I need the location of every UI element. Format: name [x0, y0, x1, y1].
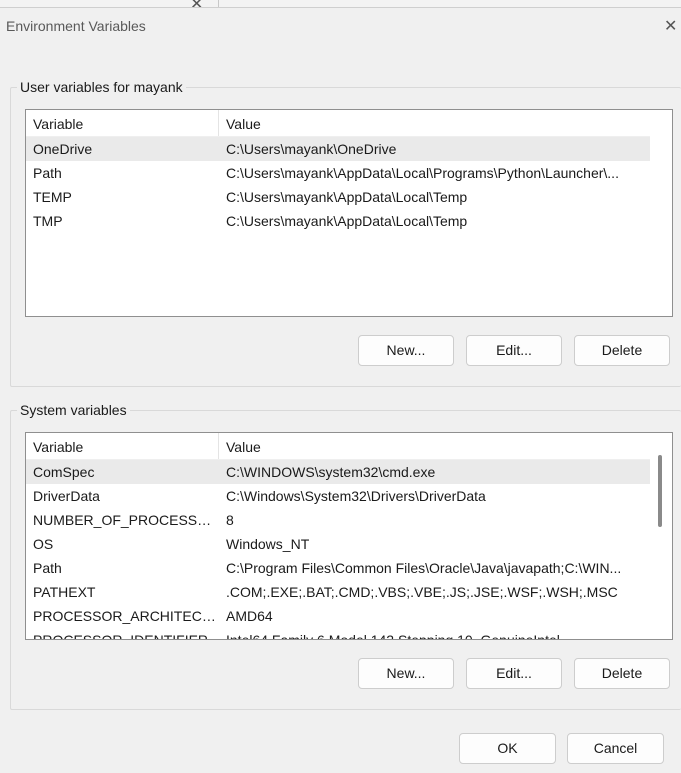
variable-name: OneDrive: [33, 141, 93, 157]
variable-name: PROCESSOR_IDENTIFIER: [33, 632, 209, 640]
table-row[interactable]: Path C:\Program Files\Common Files\Oracl…: [26, 556, 650, 580]
variable-name: TEMP: [33, 189, 72, 205]
variable-value: C:\Program Files\Common Files\Oracle\Jav…: [226, 560, 622, 576]
user-variables-group: User variables for mayank Variable Value…: [10, 79, 681, 387]
vertical-scrollbar[interactable]: [650, 433, 672, 639]
variable-value: C:\Users\mayank\AppData\Local\Temp: [226, 189, 468, 205]
variable-value: C:\Users\mayank\AppData\Local\Temp: [226, 213, 468, 229]
variable-name: Path: [33, 165, 62, 181]
column-header-variable[interactable]: Variable: [26, 433, 219, 459]
user-delete-button[interactable]: Delete: [574, 335, 670, 366]
variable-name: OS: [33, 536, 54, 552]
variable-value: 8: [226, 512, 234, 528]
table-row[interactable]: OneDrive C:\Users\mayank\OneDrive: [26, 137, 650, 161]
variable-value: C:\Users\mayank\OneDrive: [226, 141, 397, 157]
table-row[interactable]: PROCESSOR_ARCHITECTU... AMD64: [26, 604, 650, 628]
table-row[interactable]: TMP C:\Users\mayank\AppData\Local\Temp: [26, 209, 650, 233]
table-row[interactable]: PATHEXT .COM;.EXE;.BAT;.CMD;.VBS;.VBE;.J…: [26, 580, 650, 604]
variable-name: PATHEXT: [33, 584, 96, 600]
variable-value: AMD64: [226, 608, 273, 624]
user-variables-list[interactable]: Variable Value OneDrive C:\Users\mayank\…: [25, 109, 673, 317]
variable-value: Windows_NT: [226, 536, 310, 552]
system-variables-header: Variable Value: [26, 433, 650, 460]
system-variables-legend: System variables: [17, 402, 130, 418]
close-icon[interactable]: ✕: [664, 14, 681, 40]
column-header-value[interactable]: Value: [219, 433, 650, 459]
table-row[interactable]: PROCESSOR_IDENTIFIER Intel64 Family 6 Mo…: [26, 628, 650, 640]
system-delete-button[interactable]: Delete: [574, 658, 670, 689]
table-row[interactable]: OS Windows_NT: [26, 532, 650, 556]
user-edit-button[interactable]: Edit...: [466, 335, 562, 366]
scrollbar-thumb[interactable]: [658, 455, 662, 527]
system-variables-group: System variables Variable Value ComSpec …: [10, 402, 681, 710]
variable-value: C:\Windows\System32\Drivers\DriverData: [226, 488, 486, 504]
system-variables-list[interactable]: Variable Value ComSpec C:\WINDOWS\system…: [25, 432, 673, 640]
cancel-button[interactable]: Cancel: [567, 733, 664, 764]
variable-value: C:\Users\mayank\AppData\Local\Programs\P…: [226, 165, 619, 181]
table-row[interactable]: Path C:\Users\mayank\AppData\Local\Progr…: [26, 161, 650, 185]
table-row[interactable]: ComSpec C:\WINDOWS\system32\cmd.exe: [26, 460, 650, 484]
user-variables-legend: User variables for mayank: [17, 79, 186, 95]
variable-name: NUMBER_OF_PROCESSORS: [33, 512, 217, 528]
variable-name: TMP: [33, 213, 63, 229]
user-variables-rows: OneDrive C:\Users\mayank\OneDrive Path C…: [26, 137, 650, 233]
title-bar: Environment Variables ✕: [0, 8, 681, 46]
variable-name: PROCESSOR_ARCHITECTU...: [33, 608, 217, 624]
user-variables-header: Variable Value: [26, 110, 650, 137]
variable-value: .COM;.EXE;.BAT;.CMD;.VBS;.VBE;.JS;.JSE;.…: [226, 584, 618, 600]
table-row[interactable]: NUMBER_OF_PROCESSORS 8: [26, 508, 650, 532]
system-edit-button[interactable]: Edit...: [466, 658, 562, 689]
system-variables-rows: ComSpec C:\WINDOWS\system32\cmd.exe Driv…: [26, 460, 650, 640]
user-new-button[interactable]: New...: [358, 335, 454, 366]
variable-name: Path: [33, 560, 62, 576]
variable-name: DriverData: [33, 488, 100, 504]
ok-button[interactable]: OK: [459, 733, 556, 764]
column-header-value[interactable]: Value: [219, 110, 650, 136]
table-row[interactable]: TEMP C:\Users\mayank\AppData\Local\Temp: [26, 185, 650, 209]
dialog-title: Environment Variables: [6, 18, 146, 34]
environment-variables-dialog: Environment Variables ✕ User variables f…: [0, 7, 681, 773]
column-header-variable[interactable]: Variable: [26, 110, 219, 136]
table-row[interactable]: DriverData C:\Windows\System32\Drivers\D…: [26, 484, 650, 508]
variable-value: C:\WINDOWS\system32\cmd.exe: [226, 464, 436, 480]
variable-value: Intel64 Family 6 Model 142 Stepping 10, …: [226, 632, 560, 640]
system-new-button[interactable]: New...: [358, 658, 454, 689]
variable-name: ComSpec: [33, 464, 95, 480]
